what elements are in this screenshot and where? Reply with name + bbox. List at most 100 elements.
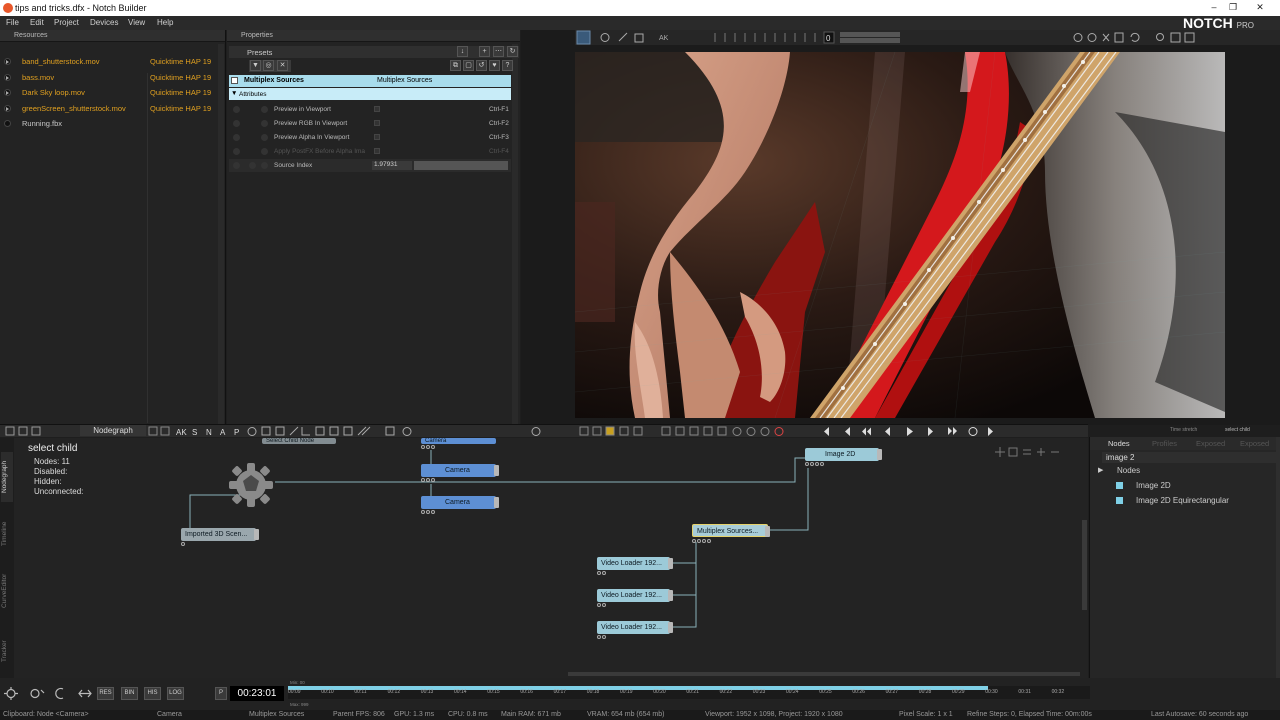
properties-scrollbar[interactable]	[512, 44, 518, 424]
attributes-group[interactable]: ▼ Attributes	[229, 88, 511, 100]
menu-view[interactable]: View	[128, 18, 145, 27]
his-button[interactable]: HIS	[144, 687, 161, 700]
camera-node[interactable]: Camera	[421, 496, 499, 509]
property-row[interactable]: Preview Alpha In Viewport Ctrl-F3	[229, 131, 511, 144]
nodegraph-view-controls[interactable]	[993, 446, 1065, 458]
res-button[interactable]: RES	[97, 687, 114, 700]
play-icon[interactable]	[6, 60, 9, 64]
tree-expand-icon[interactable]: ▶	[1098, 466, 1103, 474]
time-stretch-label: Time stretch	[1170, 427, 1198, 433]
more-icon[interactable]: ⋯	[493, 46, 504, 57]
favorite-icon[interactable]: ♥	[489, 60, 500, 71]
camera-node[interactable]: Camera	[421, 464, 499, 477]
node-type-icon	[1116, 497, 1123, 504]
filter-icon[interactable]: ▼	[250, 60, 261, 71]
target-icon[interactable]: ◎	[263, 60, 274, 71]
imported-3d-scene-node[interactable]: Imported 3D Scen...	[181, 528, 259, 541]
timeline-tool-icons[interactable]	[3, 686, 98, 701]
nodegraph-tool-icons[interactable]: AK S N A P	[0, 425, 1088, 438]
property-row[interactable]: Preview in Viewport Ctrl-F1	[229, 103, 511, 116]
video-preview	[575, 52, 1225, 418]
clear-icon[interactable]: ✕	[277, 60, 288, 71]
play-icon[interactable]	[6, 75, 9, 80]
add-icon[interactable]: +	[479, 46, 490, 57]
log-button[interactable]: LOG	[167, 687, 184, 700]
viewport-tool-icons[interactable]: AK 0	[575, 30, 1280, 45]
source-index-row[interactable]: Source Index 1.97931	[229, 159, 511, 172]
resources-scrollbar[interactable]	[218, 44, 224, 424]
menu-devices[interactable]: Devices	[90, 18, 118, 27]
refresh-icon[interactable]: ↻	[507, 46, 518, 57]
play-icon[interactable]	[6, 106, 9, 111]
nodes-panel-scrollbar[interactable]	[1276, 437, 1280, 678]
property-checkbox[interactable]	[374, 120, 380, 126]
timeline-tick: 00:24	[786, 689, 799, 695]
node-ports[interactable]	[421, 478, 436, 483]
timeline-tick: 00:12	[387, 689, 401, 695]
node-ports[interactable]	[805, 462, 825, 467]
resource-item[interactable]: band_shutterstock.mov Quicktime HAP 19	[0, 54, 225, 70]
resource-item[interactable]: Dark Sky loop.mov Quicktime HAP 19	[0, 85, 225, 101]
svg-text:AK: AK	[659, 35, 669, 42]
minimize-button[interactable]: –	[1206, 2, 1222, 14]
tab-exposed[interactable]: Exposed	[1196, 439, 1225, 448]
nodes-list-item[interactable]: Image 2D	[1136, 481, 1171, 490]
property-checkbox[interactable]	[374, 148, 380, 154]
resource-item[interactable]: bass.mov Quicktime HAP 19	[0, 70, 225, 86]
resource-item[interactable]: greenScreen_shutterstock.mov Quicktime HA…	[0, 101, 225, 117]
menu-project[interactable]: Project	[54, 18, 79, 27]
node-ports[interactable]	[181, 542, 186, 547]
tab-nodes[interactable]: Nodes	[1108, 439, 1130, 448]
video-loader-node[interactable]: Video Loader 192...	[597, 557, 673, 570]
menu-help[interactable]: Help	[157, 18, 173, 27]
tab-exposed-2[interactable]: Exposed	[1240, 439, 1269, 448]
tree-root[interactable]: Nodes	[1117, 466, 1140, 475]
current-time-display[interactable]: 00:23:01	[230, 686, 284, 701]
camera-node[interactable]: Camera	[421, 438, 496, 444]
copy-icon[interactable]: ⧉	[450, 60, 461, 71]
node-ports[interactable]	[421, 445, 436, 450]
timeline-tick: 00:13	[420, 689, 434, 695]
property-checkbox[interactable]	[374, 106, 380, 112]
node-ports[interactable]	[597, 603, 607, 608]
property-row[interactable]: Preview RGB In Viewport Ctrl-F2	[229, 117, 511, 130]
selected-node-header[interactable]: Multiplex Sources Multiplex Sources	[229, 75, 511, 87]
download-icon[interactable]: ↓	[457, 46, 468, 57]
enable-checkbox[interactable]	[231, 77, 238, 84]
menu-edit[interactable]: Edit	[30, 18, 44, 27]
menu-file[interactable]: File	[6, 18, 19, 27]
source-index-slider[interactable]	[414, 161, 508, 170]
tab-profiles[interactable]: Profiles	[1152, 439, 1177, 448]
close-button[interactable]: ✕	[1252, 2, 1268, 14]
property-checkbox[interactable]	[374, 134, 380, 140]
video-loader-node[interactable]: Video Loader 192...	[597, 621, 673, 634]
node-ports[interactable]	[597, 635, 607, 640]
nodegraph-scrollbar[interactable]	[1082, 520, 1087, 610]
nodegraph-tab[interactable]: Nodegraph	[80, 425, 146, 436]
multiplex-sources-node[interactable]: Multiplex Sources...	[692, 524, 770, 537]
select-child-node[interactable]: Select Child Node	[262, 438, 336, 444]
help-icon[interactable]: ?	[502, 60, 513, 71]
p-button[interactable]: P	[215, 687, 227, 700]
nodes-search-input[interactable]: image 2	[1102, 452, 1278, 463]
image-2d-node[interactable]: Image 2D	[805, 448, 882, 461]
reset-icon[interactable]: ↺	[476, 60, 487, 71]
svg-text:S: S	[192, 428, 197, 437]
node-ports[interactable]	[421, 510, 436, 515]
gear-icon[interactable]	[228, 462, 274, 508]
play-icon[interactable]	[6, 91, 9, 95]
nodes-list-item[interactable]: Image 2D Equirectangular	[1136, 496, 1229, 505]
nodegraph-hscrollbar[interactable]	[568, 672, 1080, 676]
restore-button[interactable]: ❐	[1225, 2, 1241, 14]
source-index-value[interactable]: 1.97931	[372, 161, 412, 170]
bin-button[interactable]: BIN	[121, 687, 138, 700]
collapse-icon[interactable]: ▼	[231, 90, 237, 97]
node-ports[interactable]	[597, 571, 607, 576]
node-ports[interactable]	[692, 539, 712, 544]
video-loader-node[interactable]: Video Loader 192...	[597, 589, 673, 602]
timeline-ruler[interactable]: 00:09 00:10 00:11 00:12 00:13 00:14 00:15 00:16…	[288, 686, 1090, 699]
paste-icon[interactable]: ▢	[463, 60, 474, 71]
property-row[interactable]: Apply PostFX Before Alpha Ima Ctrl-F4	[229, 145, 511, 158]
timeline-tick: 00:15	[487, 689, 500, 695]
resource-item[interactable]: Running.fbx	[0, 116, 225, 132]
